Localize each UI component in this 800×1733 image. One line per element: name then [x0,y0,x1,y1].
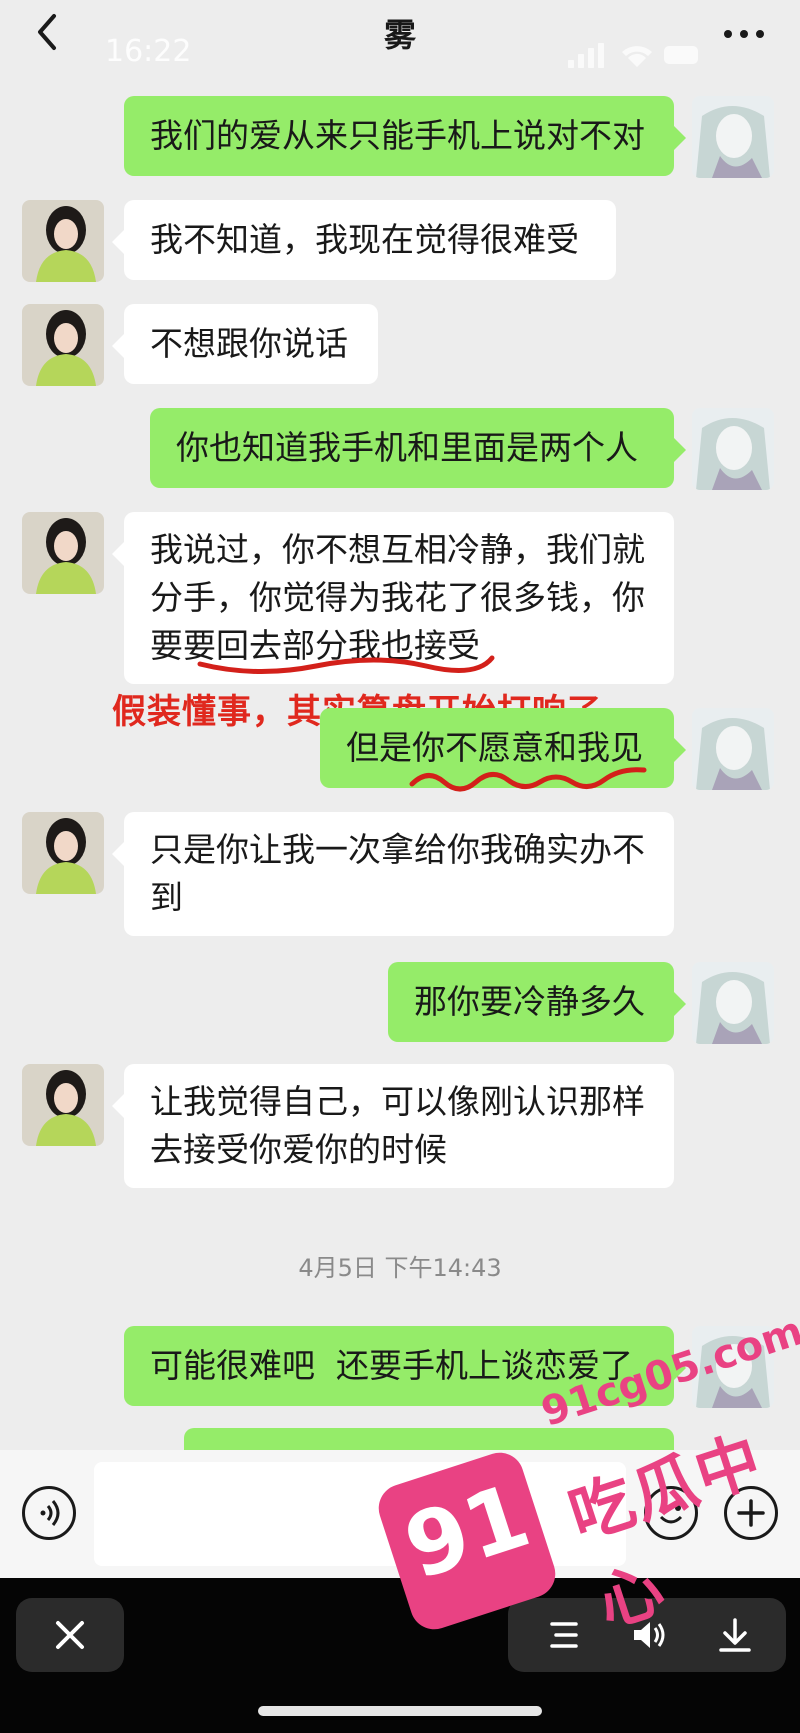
contact-message-bubble[interactable]: 让我觉得自己，可以像刚认识那样 去接受你爱你的时候 [112,1064,674,1188]
my-avatar[interactable] [692,962,774,1044]
contact-avatar[interactable] [22,304,104,386]
menu-lines-icon[interactable] [542,1612,588,1658]
red-wavy-underline-mark [409,767,647,792]
close-icon[interactable] [16,1598,124,1672]
contact-avatar[interactable] [22,512,104,594]
contact-avatar[interactable] [22,200,104,282]
my-avatar[interactable] [692,708,774,790]
chat-header: 雾 16:22 [0,0,800,92]
more-dots-icon[interactable] [722,26,766,40]
contact-message-bubble[interactable]: 只是你让我一次拿给你我确实办不 到 [112,812,674,936]
home-indicator [258,1706,542,1716]
contact-avatar[interactable] [22,1064,104,1146]
voice-input-icon[interactable] [22,1486,76,1540]
my-avatar[interactable] [692,408,774,490]
red-underline-mark [197,655,495,675]
date-stamp: 4月5日 下午14:43 [298,1254,502,1282]
status-time: 16:22 [105,34,192,69]
download-icon[interactable] [712,1612,758,1658]
contact-message-bubble[interactable]: 不想跟你说话 [112,304,378,384]
status-icons [560,40,710,70]
contact-message-bubble[interactable]: 我不知道，我现在觉得很难受 [112,200,616,280]
my-message-bubble[interactable]: 那你要冷静多久 [388,962,686,1042]
contact-avatar[interactable] [22,812,104,894]
my-message-bubble[interactable]: 我们的爱从来只能手机上说对不对 [124,96,686,176]
my-avatar[interactable] [692,96,774,178]
my-message-bubble[interactable]: 你也知道我手机和里面是两个人 [150,408,686,488]
